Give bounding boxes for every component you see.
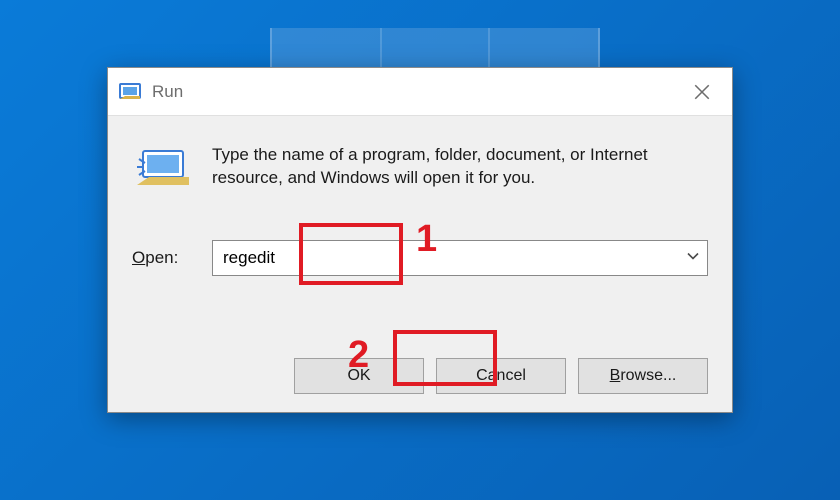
close-button[interactable] [672, 68, 732, 116]
dialog-body: Type the name of a program, folder, docu… [108, 116, 732, 276]
open-input[interactable] [212, 240, 708, 276]
browse-button[interactable]: Browse... [578, 358, 708, 394]
open-combobox[interactable] [212, 240, 708, 276]
open-label: Open: [132, 248, 194, 268]
dialog-description: Type the name of a program, folder, docu… [212, 142, 708, 190]
ok-button[interactable]: OK [294, 358, 424, 394]
button-row: OK Cancel Browse... [108, 340, 732, 412]
dialog-title: Run [152, 82, 183, 102]
titlebar[interactable]: Run [108, 68, 732, 116]
run-titlebar-icon [118, 80, 142, 104]
run-dialog-icon [132, 142, 194, 196]
run-dialog: Run Type the name of a program, folder, … [107, 67, 733, 413]
cancel-button[interactable]: Cancel [436, 358, 566, 394]
